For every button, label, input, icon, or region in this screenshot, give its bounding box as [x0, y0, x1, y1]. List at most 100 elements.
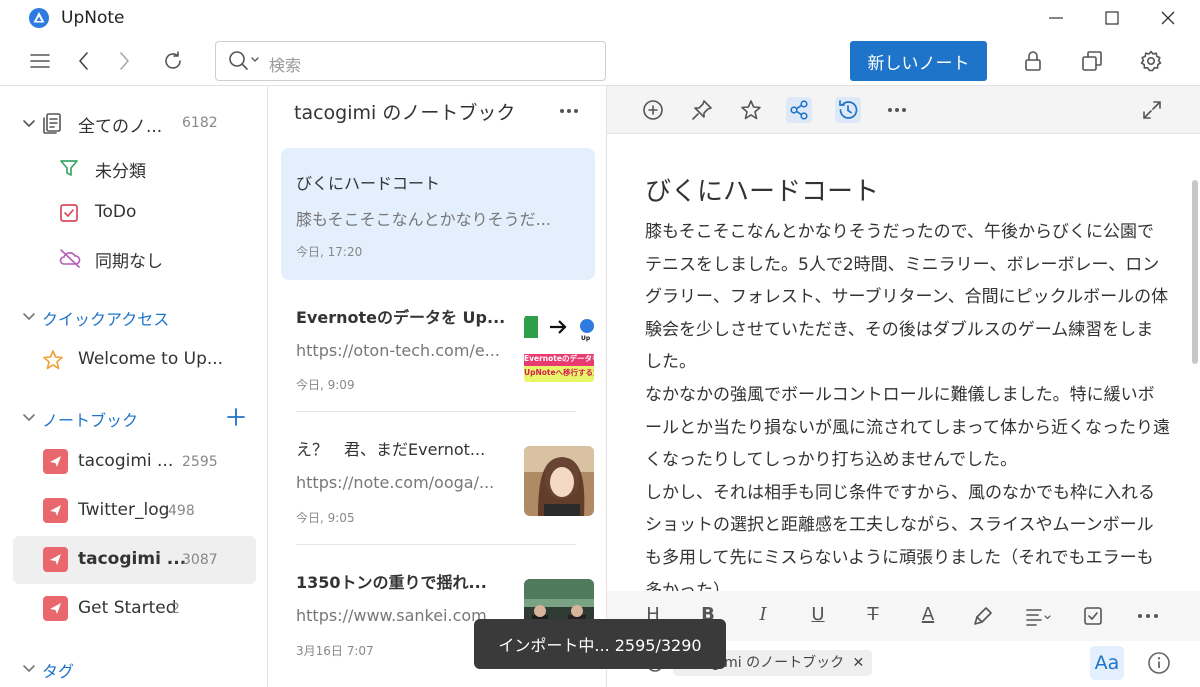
note-snippet: 膝もそこそこなんとかなりそうだ... — [296, 210, 551, 229]
note-title: え？ 君、まだEvernot... — [296, 440, 486, 459]
underline-button[interactable]: U — [806, 604, 830, 625]
filter-icon — [58, 157, 80, 179]
notes-stack-icon — [41, 111, 63, 135]
font-color-button[interactable]: A — [916, 604, 940, 625]
notebooks-title[interactable]: ノートブック — [42, 407, 138, 431]
notebook-item[interactable]: Get Started 2 — [13, 585, 256, 633]
more-format-icon[interactable] — [1137, 613, 1159, 619]
note-date: 3月16日 7:07 — [296, 644, 374, 658]
thumbnail-caption: Evernoteのデータを — [524, 354, 594, 363]
sidebar: 全てのノ... 6182 未分類 ToDo 同期なし クイックアクセス Welc… — [0, 86, 268, 687]
scroll-thumb[interactable] — [1192, 180, 1198, 364]
notebook-item[interactable]: tacogimi ... 2595 — [13, 438, 256, 486]
chevron-down-icon[interactable] — [21, 660, 37, 676]
notebook-count: 498 — [168, 503, 195, 519]
lock-icon[interactable] — [1021, 49, 1045, 73]
main-toolbar: 検索 新しいノート — [0, 37, 1200, 86]
refresh-icon[interactable] — [161, 49, 185, 73]
quick-access-label: Welcome to Up... — [78, 349, 224, 369]
notebook-label: tacogimi ... — [78, 451, 174, 471]
remove-chip-icon[interactable]: ✕ — [853, 655, 865, 671]
notebook-count: 2595 — [182, 454, 218, 470]
note-card[interactable]: え？ 君、まだEvernot... https://note.com/ooga/… — [281, 423, 595, 543]
italic-button[interactable]: I — [751, 604, 775, 625]
thumbnail-brand: Up — [581, 335, 591, 342]
sidebar-item-uncategorized[interactable]: 未分類 — [13, 144, 256, 192]
divider — [296, 544, 576, 545]
chevron-down-icon[interactable] — [21, 409, 37, 425]
notebook-label: Twitter_log — [78, 500, 170, 520]
note-body[interactable]: 膝もそこそこなんとかなりそうだったので、午後からびくに公園でテニスをしました。5… — [645, 216, 1170, 607]
notebook-count: 2 — [171, 601, 180, 617]
history-icon[interactable] — [835, 97, 861, 123]
sidebar-item-todo[interactable]: ToDo — [13, 189, 256, 237]
text-style-button[interactable]: Aa — [1090, 646, 1124, 680]
strikethrough-button[interactable]: T — [861, 604, 885, 625]
notebook-item-selected[interactable]: tacogimi ... 3087 — [13, 536, 256, 584]
more-options-icon[interactable] — [884, 97, 910, 123]
note-list-header: tacogimi のノートブック — [294, 102, 516, 124]
star-icon[interactable] — [738, 97, 764, 123]
sidebar-item-label: ToDo — [95, 202, 137, 222]
note-list: tacogimi のノートブック びくにハードコート 膝もそこそこなんとかなりそ… — [268, 86, 607, 687]
forward-icon[interactable] — [112, 49, 136, 73]
notebook-item[interactable]: Twitter_log 498 — [13, 487, 256, 535]
note-title: びくにハードコート — [296, 174, 441, 193]
editor-toolbar — [607, 86, 1200, 134]
note-title-editor[interactable]: びくにハードコート — [645, 171, 879, 208]
note-snippet: https://note.com/ooga/... — [296, 473, 495, 492]
highlighter-icon[interactable] — [972, 605, 994, 627]
note-card[interactable]: Evernoteのデータを Up... https://oton-tech.co… — [281, 290, 595, 410]
minimize-icon[interactable] — [1046, 8, 1066, 28]
checklist-icon[interactable] — [1082, 605, 1104, 627]
menu-icon[interactable] — [28, 49, 52, 73]
notebook-icon — [43, 547, 68, 572]
notebook-icon — [43, 596, 68, 621]
notebook-label: Get Started — [78, 598, 177, 618]
editor-scrollbar[interactable] — [1191, 134, 1200, 594]
sidebar-item-count: 6182 — [182, 115, 218, 131]
share-icon[interactable] — [786, 97, 812, 123]
add-circle-icon[interactable] — [640, 97, 666, 123]
star-icon — [41, 348, 65, 372]
info-icon[interactable] — [1147, 651, 1171, 675]
upnote-logo-icon — [29, 8, 49, 28]
quick-access-title[interactable]: クイックアクセス — [42, 306, 169, 330]
notebook-count: 3087 — [182, 552, 218, 568]
note-card-selected[interactable]: びくにハードコート 膝もそこそこなんとかなりそうだ... 今日, 17:20 — [281, 148, 595, 280]
sidebar-item-all-notes[interactable]: 全てのノ... 6182 — [13, 99, 256, 147]
tags-title[interactable]: タグ — [42, 658, 74, 682]
note-thumbnail: Evernoteのデータを UpNoteへ移行する方 Up — [524, 314, 594, 384]
chevron-down-icon[interactable] — [21, 115, 37, 131]
import-progress-toast: インポート中... 2595/3290 — [474, 619, 726, 669]
chevron-down-icon[interactable] — [21, 308, 37, 324]
note-date: 今日, 17:20 — [296, 245, 363, 259]
new-window-icon[interactable] — [1080, 49, 1104, 73]
more-options-icon[interactable] — [559, 108, 579, 114]
pin-icon[interactable] — [689, 97, 715, 123]
editor: びくにハードコート 膝もそこそこなんとかなりそうだったので、午後からびくに公園で… — [607, 86, 1200, 687]
settings-gear-icon[interactable] — [1139, 49, 1163, 73]
close-window-icon[interactable] — [1158, 8, 1178, 28]
new-note-button[interactable]: 新しいノート — [850, 41, 987, 81]
note-date: 今日, 9:05 — [296, 511, 355, 525]
thumbnail-caption: UpNoteへ移行する方 — [524, 368, 594, 377]
title-bar: UpNote — [0, 0, 1200, 37]
search-input[interactable]: 検索 — [269, 52, 301, 76]
note-snippet: https://www.sankei.com — [296, 606, 487, 625]
align-icon[interactable] — [1024, 605, 1052, 627]
search-icon — [228, 50, 262, 72]
app-title: UpNote — [61, 8, 125, 28]
note-title: 1350トンの重りで揺れ... — [296, 573, 487, 592]
back-icon[interactable] — [72, 49, 96, 73]
cloud-off-icon — [58, 247, 82, 269]
sidebar-item-unsynced[interactable]: 同期なし — [13, 234, 256, 282]
expand-icon[interactable] — [1139, 97, 1165, 123]
maximize-icon[interactable] — [1102, 8, 1122, 28]
sidebar-item-label: 同期なし — [95, 252, 163, 272]
search-box[interactable]: 検索 — [215, 41, 606, 81]
note-paragraph: しかし、それは相手も同じ条件ですから、風のなかでも枠に入れるショットの選択と距離… — [645, 482, 1155, 601]
note-title: Evernoteのデータを Up... — [296, 308, 506, 327]
quick-access-item[interactable]: Welcome to Up... — [13, 336, 256, 384]
add-notebook-icon[interactable] — [226, 407, 246, 427]
